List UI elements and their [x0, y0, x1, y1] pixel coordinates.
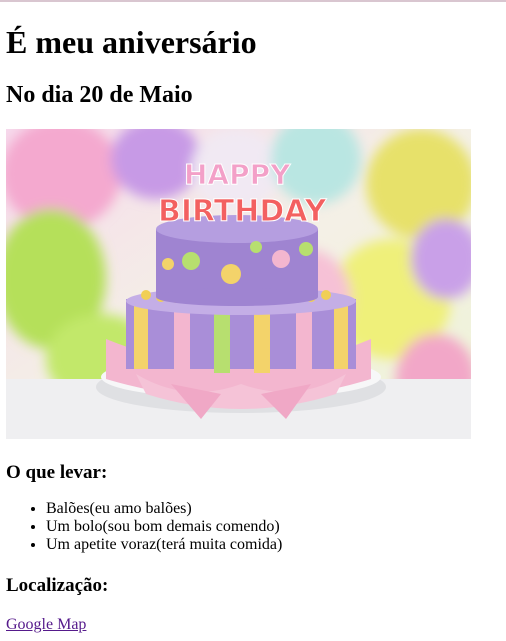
list-item: Um apetite voraz(terá muita comida): [46, 536, 282, 554]
what-to-bring-list: Balões(eu amo balões) Um bolo(sou bom de…: [6, 500, 282, 554]
google-map-link[interactable]: Google Map: [6, 615, 86, 635]
list-item: Um bolo(sou bom demais comendo): [46, 518, 282, 536]
location-heading: Localização:: [6, 575, 109, 596]
what-to-bring-heading: O que levar:: [6, 462, 108, 483]
top-border: [0, 0, 506, 2]
date-subtitle: No dia 20 de Maio: [6, 82, 193, 108]
candles-birthday-text: BIRTHDAY: [158, 194, 328, 229]
page-title: É meu aniversário: [6, 24, 257, 60]
candles-happy-text: HAPPY: [184, 158, 291, 191]
birthday-cake-image: HAPPY BIRTHDAY: [6, 129, 471, 439]
list-item: Balões(eu amo balões): [46, 500, 282, 518]
